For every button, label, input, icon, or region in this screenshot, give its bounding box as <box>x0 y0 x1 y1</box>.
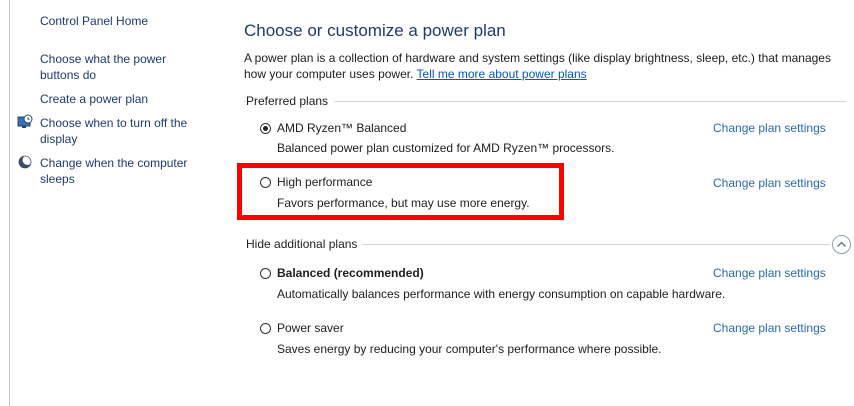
main-content: Choose or customize a power plan A power… <box>0 0 854 406</box>
learn-more-link[interactable]: Tell me more about power plans <box>417 67 587 81</box>
hide-additional-plans-label[interactable]: Hide additional plans <box>246 237 364 251</box>
change-plan-settings-link-power-saver[interactable]: Change plan settings <box>713 321 826 335</box>
plan-radio-amd-balanced[interactable] <box>260 123 271 134</box>
plan-name-balanced-recommended: Balanced (recommended) <box>277 266 424 280</box>
plan-name-amd-balanced: AMD Ryzen™ Balanced <box>277 121 407 135</box>
preferred-divider <box>244 101 846 102</box>
plan-desc-amd-balanced: Balanced power plan customized for AMD R… <box>277 141 615 155</box>
collapse-button[interactable] <box>832 235 851 254</box>
radio-selected-dot <box>263 126 268 131</box>
preferred-plans-label: Preferred plans <box>246 94 335 108</box>
change-plan-settings-link-balanced-recommended[interactable]: Change plan settings <box>713 266 826 280</box>
highlight-box <box>237 163 564 220</box>
change-plan-settings-link-high-performance[interactable]: Change plan settings <box>713 176 826 190</box>
description-line1: A power plan is a collection of hardware… <box>244 51 831 65</box>
plan-desc-power-saver: Saves energy by reducing your computer's… <box>277 342 662 356</box>
plan-radio-balanced-recommended[interactable] <box>260 268 271 279</box>
plan-name-high-performance: High performance <box>277 175 373 189</box>
plan-desc-high-performance: Favors performance, but may use more ene… <box>277 196 530 210</box>
plan-radio-high-performance[interactable] <box>260 177 271 188</box>
plan-radio-power-saver[interactable] <box>260 323 271 334</box>
plan-name-power-saver: Power saver <box>277 321 344 335</box>
plan-desc-balanced-recommended: Automatically balances performance with … <box>277 287 726 301</box>
description-line2: how your computer uses power. <box>244 67 414 81</box>
page-title: Choose or customize a power plan <box>244 21 506 40</box>
change-plan-settings-link-amd-balanced[interactable]: Change plan settings <box>713 121 826 135</box>
page-description: A power plan is a collection of hardware… <box>244 50 849 82</box>
